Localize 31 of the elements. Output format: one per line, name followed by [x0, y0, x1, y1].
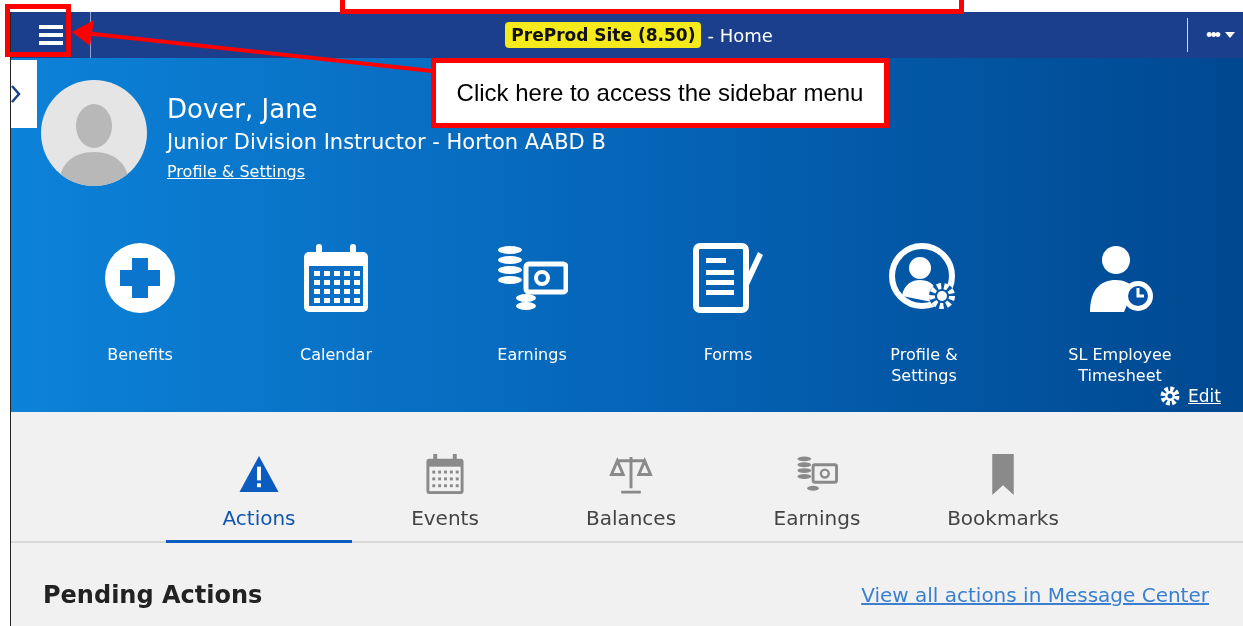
- menu-icon: [38, 25, 63, 45]
- quick-link[interactable]: Benefits: [42, 242, 238, 386]
- message-center-link[interactable]: View all actions in Message Center: [861, 583, 1209, 607]
- plus-circle-icon: [104, 242, 176, 314]
- more-button[interactable]: •••: [1187, 18, 1243, 52]
- quick-link[interactable]: Earnings: [434, 242, 630, 386]
- chevron-right-icon: [11, 85, 21, 103]
- quick-link[interactable]: Profile & Settings: [826, 242, 1022, 386]
- quick-link[interactable]: Forms: [630, 242, 826, 386]
- sidebar-toggle[interactable]: [11, 60, 37, 128]
- calendar-icon: [423, 453, 467, 496]
- callout-text: Click here to access the sidebar menu: [431, 58, 889, 128]
- quick-link[interactable]: Calendar: [238, 242, 434, 386]
- highlight-box: [5, 4, 71, 57]
- tab[interactable]: Events: [352, 453, 538, 543]
- user-name: Dover, Jane: [167, 94, 319, 124]
- person-silhouette-icon: [59, 102, 129, 186]
- quick-link[interactable]: SL Employee Timesheet: [1022, 242, 1218, 386]
- form-pencil-icon: [692, 242, 764, 314]
- tab[interactable]: Earnings: [724, 453, 910, 543]
- user-role: Junior Division Instructor - Horton AABD B: [167, 130, 606, 154]
- caret-icon: [1225, 32, 1235, 38]
- section-title: Pending Actions: [43, 581, 263, 609]
- site-badge: PreProd Site (8.50): [505, 22, 702, 48]
- edit-link[interactable]: Edit: [1188, 386, 1221, 406]
- tab[interactable]: Balances: [538, 453, 724, 543]
- tab[interactable]: Bookmarks: [910, 453, 1096, 543]
- gear-icon: [1160, 386, 1181, 406]
- page-title: - Home: [707, 24, 773, 46]
- tab[interactable]: Actions: [166, 453, 352, 543]
- profile-settings-link[interactable]: Profile & Settings: [167, 162, 306, 181]
